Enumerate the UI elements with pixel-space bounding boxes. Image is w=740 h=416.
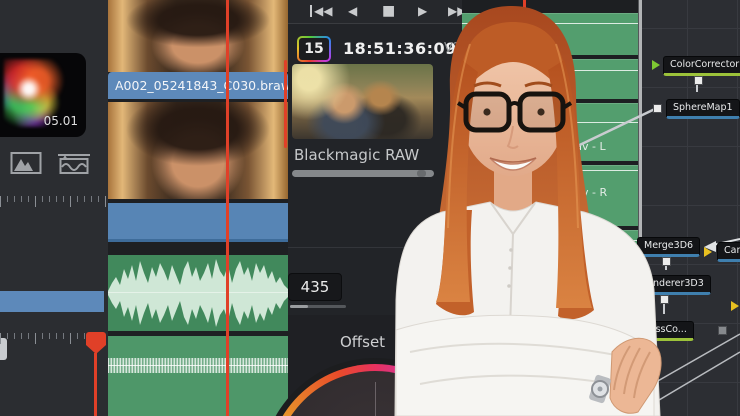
histogram-icon[interactable] [6,144,46,184]
waveform-glyph [57,151,91,177]
presenter-figure [350,0,680,416]
timeline-playhead[interactable] [226,0,229,416]
scope-time-readout: 05.01 [44,114,78,128]
skip-start-bar [310,5,312,17]
timeline-ruler-top[interactable] [0,196,108,212]
clip-selection-edge [284,60,287,148]
audio-waveform [108,255,288,331]
node-camera3d[interactable]: Cam [717,242,740,262]
node-input-yellow-icon[interactable] [704,247,712,257]
video-thumbnail-1[interactable] [108,0,288,72]
node-output-port-gray[interactable] [718,326,727,335]
skip-to-start-button[interactable]: ◀◀ [314,3,332,20]
vectorscope-display: 05.01 [0,53,86,137]
node-input-yellow-icon[interactable] [731,301,739,311]
histogram-glyph [10,151,42,177]
timeline-ruler-bottom[interactable] [0,333,92,347]
playhead-marker[interactable] [86,332,106,345]
video-thumbnail-2[interactable] [108,102,288,199]
node-output-port[interactable] [694,76,703,85]
audio-clip-2[interactable] [108,336,288,416]
video-clip-bar[interactable] [108,203,288,242]
timeline-clip-column: A002_05241843_C030.braw [108,0,288,416]
parameter-slider[interactable] [290,305,346,308]
clip-bar-blue[interactable] [0,291,104,312]
scope-panel: 05.01 [0,0,108,416]
waveform-scope-icon[interactable] [54,144,94,184]
clip-color-badge: 15 [297,36,331,62]
davinci-resolve-collage: 05.01 A002_05241843_ [0,0,740,416]
clip-badge-number: 15 [299,38,329,60]
audio-clip-waveform[interactable] [108,255,288,331]
clip-filename-label[interactable]: A002_05241843_C030.braw [108,72,288,99]
parameter-value-box[interactable]: 435 [288,273,342,301]
playhead-marker-line [94,353,97,416]
